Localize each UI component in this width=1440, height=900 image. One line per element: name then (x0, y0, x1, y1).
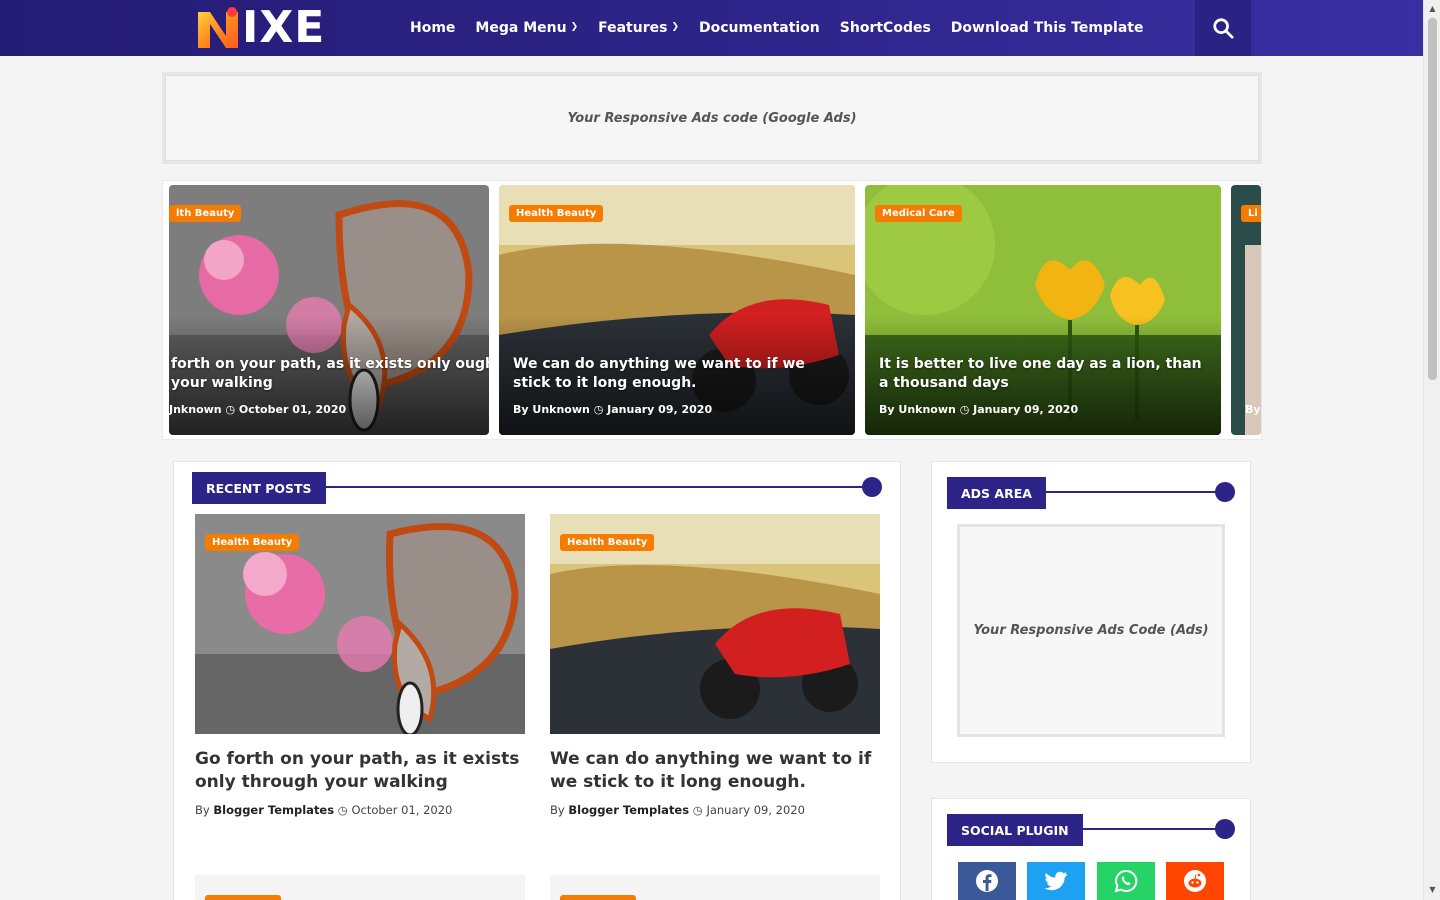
nav-home-label: Home (410, 20, 456, 36)
post-title[interactable]: Go forth on your path, as it exists only… (195, 748, 525, 794)
slide-title[interactable]: forth on your path, as it exists only ou… (171, 355, 489, 393)
slider-card[interactable]: lth Beauty forth on your path, as it exi… (169, 185, 489, 435)
slide-date: January 09, 2020 (973, 403, 1079, 416)
nav-mega-menu[interactable]: Mega Menu ❯ (475, 20, 578, 36)
search-icon (1213, 18, 1234, 39)
nav-shortcodes[interactable]: ShortCodes (840, 20, 931, 36)
recent-posts-heading: RECENT POSTS (192, 472, 326, 504)
nav-documentation-label: Documentation (699, 20, 820, 36)
slide-meta: By Unknown ◷ January 09, 2020 (513, 403, 712, 416)
facebook-button[interactable] (958, 862, 1016, 900)
slide-meta: By Unknown ◷ January 09, 2020 (879, 403, 1078, 416)
post-meta: By Blogger Templates ◷ January 09, 2020 (550, 803, 805, 817)
nav-home[interactable]: Home (410, 20, 455, 36)
page-scrollbar[interactable]: ▲ ▼ (1423, 0, 1440, 900)
slide-meta: By (1245, 403, 1261, 416)
post-thumbnail[interactable]: Health Beauty (550, 514, 880, 734)
nav-download-template[interactable]: Download This Template (951, 20, 1144, 36)
nav-features-label: Features (598, 20, 668, 36)
slide-author: By Unknown (879, 403, 956, 416)
category-badge[interactable]: Medical Care (875, 205, 962, 222)
post-author[interactable]: Blogger Templates (213, 803, 334, 817)
clock-icon: ◷ (692, 803, 703, 817)
reddit-icon (1184, 870, 1206, 892)
top-navbar: IXE Home Mega Menu ❯ Features ❯ Documentat… (0, 0, 1423, 56)
slide-author: Jnknown (169, 403, 222, 416)
post-thumbnail[interactable]: Health Beauty (195, 514, 525, 734)
reddit-button[interactable] (1166, 862, 1224, 900)
post-meta: By Blogger Templates ◷ October 01, 2020 (195, 803, 452, 817)
nav-documentation[interactable]: Documentation (699, 20, 820, 36)
category-badge[interactable]: Health Beauty (205, 534, 300, 551)
main-nav: Home Mega Menu ❯ Features ❯ Documentation … (410, 0, 1143, 56)
nav-mega-menu-label: Mega Menu (475, 20, 567, 36)
heading-dot (1215, 482, 1235, 502)
whatsapp-icon (1114, 869, 1138, 893)
top-ad-text: Your Responsive Ads code (Google Ads) (567, 110, 857, 126)
post-date: January 09, 2020 (706, 803, 805, 817)
slide-image (1231, 185, 1261, 435)
site-logo[interactable]: IXE (196, 4, 325, 52)
slide-author: By Unknown (513, 403, 590, 416)
category-badge[interactable]: lth Beauty (169, 205, 242, 222)
slide-title[interactable]: We can do anything we want to if we stic… (513, 355, 838, 393)
post-title[interactable]: We can do anything we want to if we stic… (550, 748, 880, 794)
whatsapp-button[interactable] (1097, 862, 1155, 900)
scroll-up-arrow-icon[interactable]: ▲ (1428, 3, 1437, 15)
sidebar-ad-box: Your Responsive Ads Code (Ads) (957, 524, 1225, 737)
logo-text: IXE (242, 2, 326, 53)
scroll-thumb[interactable] (1428, 18, 1437, 380)
ads-area-heading: ADS AREA (947, 477, 1046, 509)
social-plugin-heading: SOCIAL PLUGIN (947, 814, 1083, 846)
twitter-button[interactable] (1027, 862, 1085, 900)
post-thumbnail-partial[interactable] (195, 875, 525, 900)
slide-meta: Jnknown ◷ October 01, 2020 (169, 403, 346, 416)
chevron-down-icon: ❯ (570, 22, 579, 32)
category-badge[interactable]: Health Beauty (509, 205, 604, 222)
clock-icon: ◷ (337, 803, 348, 817)
twitter-icon (1044, 871, 1067, 891)
category-badge[interactable]: Li (1241, 205, 1261, 222)
heading-dot (1215, 819, 1235, 839)
by-label: By (550, 803, 565, 817)
category-badge[interactable] (560, 895, 636, 900)
post-author[interactable]: Blogger Templates (568, 803, 689, 817)
scroll-down-arrow-icon[interactable]: ▼ (1428, 884, 1437, 896)
nav-features[interactable]: Features ❯ (598, 20, 679, 36)
post-thumbnail-partial[interactable] (550, 875, 880, 900)
featured-slider: lth Beauty forth on your path, as it exi… (162, 180, 1262, 440)
heading-dot (862, 477, 882, 497)
nav-download-label: Download This Template (950, 20, 1144, 36)
slide-date: October 01, 2020 (238, 403, 347, 416)
sidebar-ad-text: Your Responsive Ads Code (Ads) (973, 623, 1209, 638)
chevron-down-icon: ❯ (671, 22, 679, 32)
heading-divider (1073, 828, 1220, 830)
slider-card[interactable]: Medical Care It is better to live one da… (865, 185, 1221, 435)
top-ad-banner: Your Responsive Ads code (Google Ads) (162, 72, 1262, 164)
clock-icon: ◷ (593, 403, 604, 416)
post-date: October 01, 2020 (351, 803, 453, 817)
heading-divider (1040, 491, 1220, 493)
by-label: By (195, 803, 210, 817)
slider-card[interactable]: Health Beauty We can do anything we want… (499, 185, 855, 435)
slide-date: January 09, 2020 (607, 403, 713, 416)
slide-title[interactable]: It is better to live one day as a lion, … (879, 355, 1204, 393)
heading-divider (315, 486, 870, 488)
category-badge[interactable]: Health Beauty (560, 534, 655, 551)
clock-icon: ◷ (959, 403, 970, 416)
clock-icon: ◷ (225, 403, 236, 416)
search-button[interactable] (1195, 0, 1251, 56)
recent-posts-title: RECENT POSTS (192, 472, 326, 504)
social-plugin-title: SOCIAL PLUGIN (947, 814, 1083, 846)
facebook-icon (976, 870, 998, 892)
slider-card[interactable]: Li By (1231, 185, 1261, 435)
logo-n-mark-icon (196, 6, 240, 50)
nav-shortcodes-label: ShortCodes (839, 20, 931, 36)
ads-area-title: ADS AREA (947, 477, 1046, 509)
category-badge[interactable] (205, 895, 281, 900)
